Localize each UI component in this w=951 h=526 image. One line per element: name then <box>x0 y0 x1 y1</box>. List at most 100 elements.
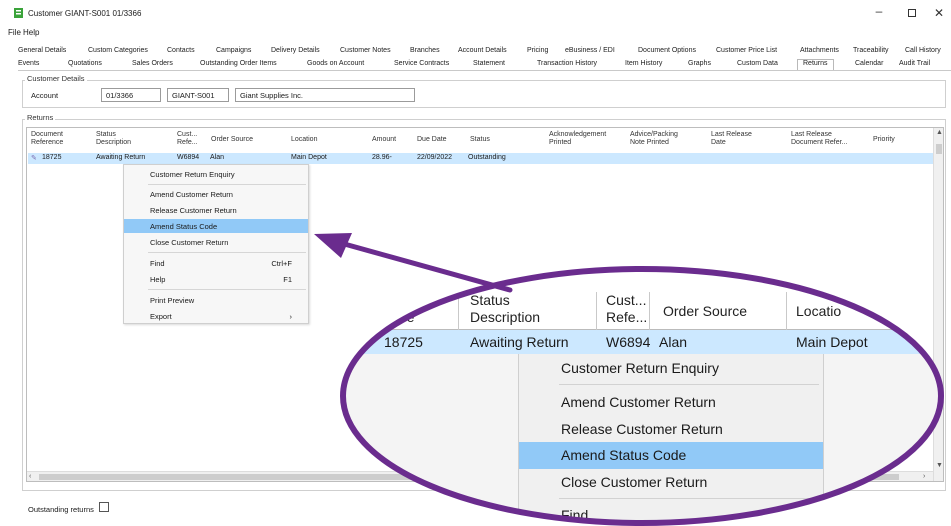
submenu-arrow-icon: › <box>289 312 293 321</box>
zoom-menu-separator <box>559 498 819 499</box>
tab-document-options[interactable]: Document Options <box>638 47 696 54</box>
attachment-icon: ✎ <box>31 155 37 162</box>
zoom-context-menu: Customer Return Enquiry Amend Customer R… <box>518 354 824 524</box>
col-location[interactable]: Location <box>291 136 317 144</box>
tab-events[interactable]: Events <box>18 60 39 67</box>
zoom-menu-customer-return-enquiry: Customer Return Enquiry <box>561 360 719 376</box>
col-status-description[interactable]: Status Description <box>96 131 131 147</box>
zoom-col-divider <box>649 292 650 330</box>
tab-outstanding-order-items[interactable]: Outstanding Order Items <box>200 60 277 67</box>
col-document-reference[interactable]: Document Reference <box>31 131 63 147</box>
find-shortcut: Ctrl+F <box>271 259 292 268</box>
zoom-col-divider <box>786 292 787 330</box>
tab-pricing[interactable]: Pricing <box>527 47 548 54</box>
scroll-left-icon[interactable]: ‹ <box>29 473 31 480</box>
help-shortcut: F1 <box>283 275 292 284</box>
col-advice-packing-note-printed[interactable]: Advice/Packing Note Printed <box>630 131 678 147</box>
cell-due-date: 22/09/2022 <box>417 154 453 161</box>
cell-document-reference: 18725 <box>42 154 62 161</box>
zoom-menu-amend-status-code: Amend Status Code <box>519 442 823 469</box>
menu-export[interactable]: Export › <box>124 309 308 323</box>
close-button[interactable]: ✕ <box>932 6 946 20</box>
cell-order-source: Alan <box>210 154 225 161</box>
menu-amend-status-code[interactable]: Amend Status Code <box>124 219 308 233</box>
minimize-button[interactable]: – <box>872 4 886 18</box>
col-customer-reference[interactable]: Cust... Refe... <box>177 131 198 147</box>
menu-customer-return-enquiry[interactable]: Customer Return Enquiry <box>124 167 308 181</box>
zoom-menu-find: Find <box>561 507 589 523</box>
zoom-menu-separator <box>559 384 819 385</box>
tab-statement[interactable]: Statement <box>473 60 505 67</box>
tab-customer-price-list[interactable]: Customer Price List <box>716 47 777 54</box>
col-priority[interactable]: Priority <box>873 136 895 144</box>
account-number-field[interactable]: 01/3366 <box>101 88 161 102</box>
zoom-menu-amend-customer-return: Amend Customer Return <box>561 394 716 410</box>
menu-close-customer-return[interactable]: Close Customer Return <box>124 235 308 249</box>
zoom-table-row: 18725 Awaiting Return W6894 Alan Main De… <box>346 330 942 354</box>
tab-service-contracts[interactable]: Service Contracts <box>394 60 449 67</box>
col-acknowledgement-printed[interactable]: Acknowledgement Printed <box>549 131 606 147</box>
menu-help-item[interactable]: Help F1 <box>124 272 308 286</box>
scroll-down-icon[interactable]: ▼ <box>936 462 943 469</box>
tab-graphs[interactable]: Graphs <box>688 60 711 67</box>
account-name-field[interactable]: Giant Supplies Inc. <box>235 88 415 102</box>
zoom-menu-release-customer-return: Release Customer Return <box>561 421 723 437</box>
scroll-right-icon[interactable]: › <box>923 473 925 480</box>
cell-amount: 28.96- <box>372 154 392 161</box>
tab-call-history[interactable]: Call History <box>905 47 941 54</box>
tab-custom-data[interactable]: Custom Data <box>737 60 778 67</box>
tab-item-history[interactable]: Item History <box>625 60 662 67</box>
maximize-button[interactable] <box>905 6 919 20</box>
tab-account-details[interactable]: Account Details <box>458 47 507 54</box>
tab-divider <box>18 70 951 71</box>
col-amount[interactable]: Amount <box>372 136 396 144</box>
menu-file[interactable]: File <box>8 28 21 37</box>
outstanding-returns-label: Outstanding returns <box>28 505 94 514</box>
returns-label: Returns <box>25 113 56 122</box>
cell-status-description: Awaiting Return <box>96 154 146 161</box>
menu-separator <box>148 184 306 185</box>
tab-ebusiness-edi[interactable]: eBusiness / EDI <box>565 47 615 54</box>
tab-customer-notes[interactable]: Customer Notes <box>340 47 391 54</box>
vertical-scrollbar[interactable]: ▲ ▼ <box>933 128 943 481</box>
tab-attachments[interactable]: Attachments <box>800 47 839 54</box>
menu-find[interactable]: Find Ctrl+F <box>124 256 308 270</box>
col-due-date[interactable]: Due Date <box>417 136 447 144</box>
zoom-cell-location: Main Depot <box>796 334 868 350</box>
tab-goods-on-account[interactable]: Goods on Account <box>307 60 364 67</box>
cell-status: Outstanding <box>468 154 506 161</box>
tab-transaction-history[interactable]: Transaction History <box>537 60 597 67</box>
col-order-source[interactable]: Order Source <box>211 136 253 144</box>
tab-campaigns[interactable]: Campaigns <box>216 47 251 54</box>
tab-calendar[interactable]: Calendar <box>855 60 883 67</box>
menu-help[interactable]: Help <box>23 28 39 37</box>
app-icon <box>14 8 23 18</box>
scroll-up-icon[interactable]: ▲ <box>936 129 943 136</box>
menu-separator <box>148 289 306 290</box>
cell-location: Main Depot <box>291 154 327 161</box>
table-row[interactable]: ✎ 18725 Awaiting Return W6894 Alan Main … <box>28 153 933 164</box>
menu-amend-customer-return[interactable]: Amend Customer Return <box>124 187 308 201</box>
zoom-col-order-source: Order Source <box>663 303 748 319</box>
tab-traceability[interactable]: Traceability <box>853 47 889 54</box>
tab-general-details[interactable]: General Details <box>18 47 66 54</box>
tab-sales-orders[interactable]: Sales Orders <box>132 60 173 67</box>
tab-custom-categories[interactable]: Custom Categories <box>88 47 148 54</box>
outstanding-returns-checkbox[interactable] <box>99 502 109 512</box>
account-code-field[interactable]: GIANT-S001 <box>167 88 229 102</box>
tab-quotations[interactable]: Quotations <box>68 60 102 67</box>
col-last-release-document-reference[interactable]: Last Release Document Refer... <box>791 131 847 147</box>
maximize-icon <box>908 9 916 17</box>
menu-print-preview[interactable]: Print Preview <box>124 293 308 307</box>
zoom-cell-order-source: Alan <box>659 334 688 350</box>
menu-release-customer-return[interactable]: Release Customer Return <box>124 203 308 217</box>
context-menu: Customer Return Enquiry Amend Customer R… <box>123 164 309 324</box>
vertical-scroll-thumb[interactable] <box>936 144 942 154</box>
tab-audit-trail[interactable]: Audit Trail <box>899 60 930 67</box>
tab-branches[interactable]: Branches <box>410 47 440 54</box>
tab-contacts[interactable]: Contacts <box>167 47 195 54</box>
col-last-release-date[interactable]: Last Release Date <box>711 131 752 147</box>
zoom-menu-close-customer-return: Close Customer Return <box>561 474 708 490</box>
tab-delivery-details[interactable]: Delivery Details <box>271 47 320 54</box>
col-status[interactable]: Status <box>470 136 490 144</box>
